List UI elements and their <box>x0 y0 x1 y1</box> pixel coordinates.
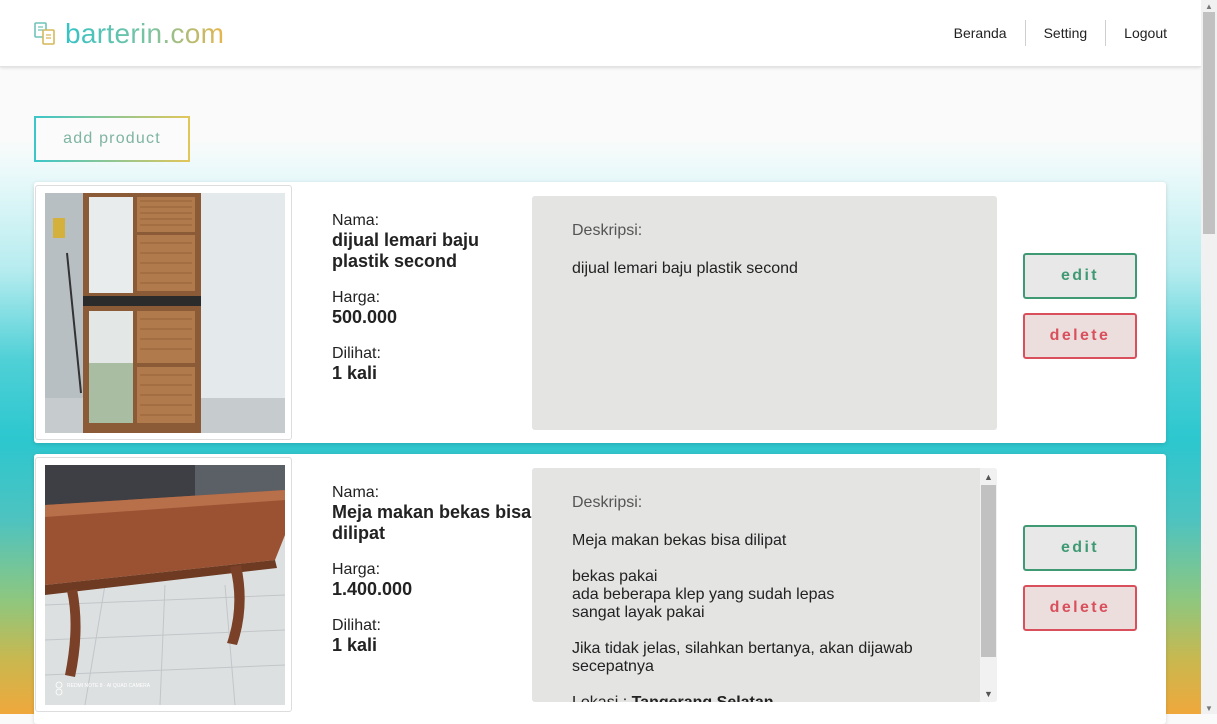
description-line: ada beberapa klep yang sudah lepas <box>572 586 835 603</box>
product-info: Nama: Meja makan bekas bisa dilipat Harg… <box>332 483 532 672</box>
swap-cards-icon <box>34 22 55 45</box>
edit-button[interactable]: edit <box>1023 525 1137 571</box>
scroll-thumb[interactable] <box>981 485 996 657</box>
description-line: bekas pakai <box>572 568 658 585</box>
page-scroll-thumb[interactable] <box>1203 12 1215 234</box>
product-card: Nama: dijual lemari baju plastik second … <box>34 182 1166 443</box>
price-label: Harga: <box>332 561 381 578</box>
delete-button[interactable]: delete <box>1023 585 1137 631</box>
product-views: 1 kali <box>332 363 378 383</box>
product-photo[interactable]: REDMI NOTE 8 · AI QUAD CAMERA <box>45 465 285 705</box>
nav-logout-link[interactable]: Logout <box>1106 19 1167 47</box>
price-label: Harga: <box>332 289 381 306</box>
description-line: secepatnya <box>572 658 654 675</box>
description-label: Deskripsi: <box>572 494 643 511</box>
description-line: Jika tidak jelas, silahkan bertanya, aka… <box>572 640 913 657</box>
description-box: Deskripsi: dijual lemari baju plastik se… <box>532 196 997 430</box>
product-views: 1 kali <box>332 635 378 655</box>
wardrobe-photo-icon <box>45 193 285 433</box>
description-box[interactable]: Deskripsi: Meja makan bekas bisa dilipat… <box>532 468 997 702</box>
product-photo[interactable] <box>45 193 285 433</box>
product-name: Meja makan bekas bisa dilipat <box>332 502 532 543</box>
product-price: 500.000 <box>332 307 398 327</box>
scroll-down-icon[interactable]: ▼ <box>1201 702 1217 714</box>
location-line: Lokasi : Tangerang Selatan <box>572 694 937 702</box>
scroll-up-icon[interactable]: ▲ <box>980 468 997 485</box>
name-label: Nama: <box>332 212 380 229</box>
description-label: Deskripsi: <box>572 222 643 239</box>
product-price: 1.400.000 <box>332 579 413 599</box>
edit-button[interactable]: edit <box>1023 253 1137 299</box>
brand-name: barterin.com <box>65 18 225 49</box>
product-info: Nama: dijual lemari baju plastik second … <box>332 211 532 400</box>
page-scrollbar[interactable]: ▲ ▼ <box>1201 0 1217 714</box>
product-photo-frame: REDMI NOTE 8 · AI QUAD CAMERA <box>35 457 292 712</box>
table-photo-icon: REDMI NOTE 8 · AI QUAD CAMERA <box>45 465 285 705</box>
product-name: dijual lemari baju plastik second <box>332 230 480 271</box>
description-scrollbar[interactable]: ▲ ▼ <box>980 468 997 702</box>
product-card: REDMI NOTE 8 · AI QUAD CAMERA Nama: Meja… <box>34 454 1166 724</box>
scroll-down-icon[interactable]: ▼ <box>980 685 997 702</box>
scroll-up-icon[interactable]: ▲ <box>1201 0 1217 12</box>
add-product-button[interactable]: add product <box>34 116 190 162</box>
brand[interactable]: barterin.com <box>33 17 224 51</box>
location-value: Tangerang Selatan <box>632 694 774 702</box>
description-line: dijual lemari baju plastik second <box>572 260 798 277</box>
nav-setting-link[interactable]: Setting <box>1026 19 1106 47</box>
location-label: Lokasi : <box>572 694 627 702</box>
delete-button[interactable]: delete <box>1023 313 1137 359</box>
views-label: Dilihat: <box>332 617 381 634</box>
photo-watermark: REDMI NOTE 8 · AI QUAD CAMERA <box>67 683 151 689</box>
description-line: Meja makan bekas bisa dilipat <box>572 532 787 549</box>
product-photo-frame <box>35 185 292 440</box>
nav-links: Beranda Setting Logout <box>936 19 1167 47</box>
views-label: Dilihat: <box>332 345 381 362</box>
nav-home-link[interactable]: Beranda <box>936 19 1025 47</box>
name-label: Nama: <box>332 484 380 501</box>
navbar: barterin.com Beranda Setting Logout <box>0 0 1201 67</box>
description-line: sangat layak pakai <box>572 604 705 621</box>
